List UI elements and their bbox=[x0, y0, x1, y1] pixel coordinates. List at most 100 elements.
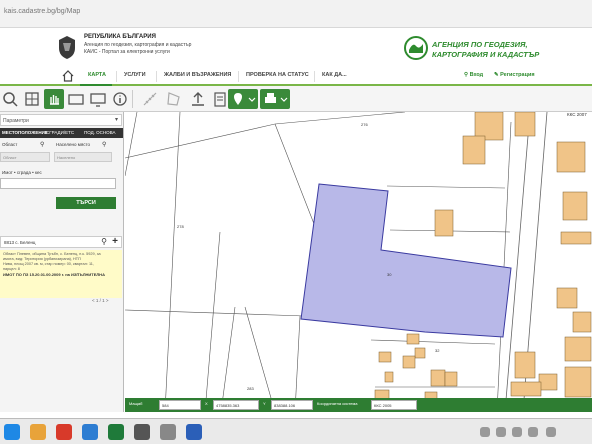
hand-icon bbox=[50, 95, 59, 105]
nav-item-status-check[interactable]: ПРОВЕРКА НА СТАТУС bbox=[246, 72, 309, 78]
measure-icon[interactable] bbox=[140, 89, 160, 109]
y-label: Y bbox=[263, 401, 266, 406]
coat-of-arms-icon bbox=[59, 36, 75, 59]
search-icon[interactable]: ⚲ bbox=[101, 237, 107, 246]
map-canvas[interactable]: ККС 2007 276 278 30 32 283 bbox=[125, 112, 592, 412]
parcel-label: 278 bbox=[177, 224, 184, 229]
start-icon[interactable] bbox=[4, 424, 20, 440]
home-icon[interactable] bbox=[62, 70, 74, 82]
id-label: Имот • сграда • кес bbox=[2, 170, 42, 175]
parcel-label: 30 bbox=[387, 272, 392, 277]
app-icon[interactable] bbox=[160, 424, 176, 440]
info-icon[interactable] bbox=[110, 89, 130, 109]
agency-name-1: АГЕНЦИЯ ПО ГЕОДЕЗИЯ, bbox=[432, 40, 528, 49]
login-link[interactable]: ⚲ Вход bbox=[464, 72, 483, 78]
result-highlight[interactable]: ИМОТ ПО ПЗ 15.20.01.00.2009 г. на ИЗПЪЛН… bbox=[3, 272, 119, 277]
parcel-label: 283 bbox=[247, 386, 254, 391]
tab-buildings[interactable]: СГРАДИ/ЕТС bbox=[46, 130, 74, 135]
id-input[interactable] bbox=[0, 178, 116, 189]
gov-subtitle-2: КАИС - Портал за електронни услуги bbox=[84, 49, 170, 55]
chevron-down-icon: ▾ bbox=[114, 117, 118, 123]
scale-label: Мащаб bbox=[129, 401, 143, 406]
cadastral-map[interactable] bbox=[125, 112, 592, 412]
x-field[interactable]: 4758835.363 bbox=[213, 400, 259, 410]
main-nav: КАРТА УСЛУГИ ЖАЛБИ И ВЪЗРАЖЕНИЯ ПРОВЕРКА… bbox=[0, 67, 592, 86]
app-icon[interactable] bbox=[134, 424, 150, 440]
nav-item-complaints[interactable]: ЖАЛБИ И ВЪЗРАЖЕНИЯ bbox=[164, 72, 231, 78]
nav-item-services[interactable]: УСЛУГИ bbox=[124, 72, 146, 78]
screen: kais.cadastre.bg/bg/Map РЕПУБЛИКА БЪЛГАР… bbox=[0, 0, 592, 444]
y-value: 838388.106 bbox=[274, 403, 296, 408]
search-button[interactable]: ТЪРСИ bbox=[56, 197, 116, 209]
excel-icon[interactable] bbox=[108, 424, 124, 440]
tray-icon[interactable] bbox=[496, 427, 506, 437]
nav-divider bbox=[314, 71, 315, 82]
scale-value: 584 bbox=[162, 403, 169, 408]
pager[interactable]: < 1 / 1 > bbox=[92, 298, 109, 303]
parcel-label: 276 bbox=[361, 122, 368, 127]
area-pin-icon: ⚲ bbox=[40, 142, 45, 148]
nav-divider bbox=[156, 71, 157, 82]
register-label: Регистрация bbox=[500, 72, 535, 78]
coord-system-label: Координатна система bbox=[317, 401, 358, 406]
gov-title: РЕПУБЛИКА БЪЛГАРИЯ bbox=[84, 34, 156, 40]
nav-item-how-to[interactable]: КАК ДА... bbox=[322, 72, 347, 78]
gov-subtitle-1: Агенция по геодезия, картография и кадас… bbox=[84, 42, 192, 48]
agency-name-2: КАРТОГРАФИЯ И КАДАСТЪР bbox=[432, 50, 540, 59]
search-tabs: МЕСТОПОЛОЖЕНИЕ СГРАДИ/ЕТС ПОД. ОСНОВА bbox=[0, 128, 123, 138]
area-icon[interactable] bbox=[164, 89, 184, 109]
url-text[interactable]: kais.cadastre.bg/bg/Map bbox=[4, 8, 80, 15]
tray-icon[interactable] bbox=[528, 427, 538, 437]
result-header[interactable]: 8813 с. Беленц ⚲ + bbox=[0, 236, 122, 248]
result-info: Област Плевен, община Тръбн, с. Беленц, … bbox=[0, 250, 122, 298]
app-icon[interactable] bbox=[186, 424, 202, 440]
browser-url-bar[interactable]: kais.cadastre.bg/bg/Map bbox=[0, 0, 592, 28]
coordinate-bar: Мащаб 584 X 4758835.363 Y 838388.106 Коо… bbox=[125, 398, 592, 412]
zoom-extent-icon[interactable] bbox=[22, 89, 42, 109]
screen-icon[interactable] bbox=[88, 89, 108, 109]
clear-icon[interactable] bbox=[210, 89, 230, 109]
print-icon bbox=[265, 93, 288, 103]
nav-divider bbox=[116, 71, 117, 82]
login-label: Вход bbox=[469, 72, 484, 78]
area-combo-value: Област bbox=[3, 155, 17, 160]
opera-icon[interactable] bbox=[56, 424, 72, 440]
add-icon[interactable]: + bbox=[112, 236, 118, 247]
location-icon bbox=[234, 93, 256, 105]
area-label: Област bbox=[2, 142, 18, 147]
nav-item-map[interactable]: КАРТА bbox=[88, 72, 106, 78]
selected-parcel[interactable] bbox=[300, 183, 512, 338]
place-combo[interactable]: Населено bbox=[54, 152, 112, 162]
tray-icon[interactable] bbox=[546, 427, 556, 437]
os-taskbar bbox=[0, 418, 592, 444]
tab-location[interactable]: МЕСТОПОЛОЖЕНИЕ bbox=[2, 130, 48, 135]
print-dropdown[interactable] bbox=[260, 89, 290, 109]
map-toolbar bbox=[0, 86, 592, 112]
place-combo-value: Населено bbox=[57, 155, 76, 160]
nav-divider bbox=[238, 71, 239, 82]
toolbar-divider bbox=[132, 90, 133, 108]
tray-icon[interactable] bbox=[512, 427, 522, 437]
tray-icon[interactable] bbox=[480, 427, 490, 437]
register-link[interactable]: ✎ Регистрация bbox=[494, 72, 535, 78]
scale-field[interactable]: 584 bbox=[159, 400, 201, 410]
coord-system-select[interactable]: ККС 2005 bbox=[371, 400, 417, 410]
parcel-label: 32 bbox=[435, 348, 440, 353]
layers-icon[interactable] bbox=[66, 89, 86, 109]
agency-logo-icon bbox=[404, 36, 428, 60]
x-label: X bbox=[205, 401, 208, 406]
location-dropdown[interactable] bbox=[228, 89, 258, 109]
kks-label: ККС 2007 bbox=[567, 112, 587, 117]
y-field[interactable]: 838388.106 bbox=[271, 400, 313, 410]
filter-select[interactable]: Параметри ▾ bbox=[0, 114, 122, 126]
zoom-icon[interactable] bbox=[0, 89, 20, 109]
upload-icon[interactable] bbox=[188, 89, 208, 109]
coord-system-value: ККС 2005 bbox=[374, 403, 392, 408]
file-explorer-icon[interactable] bbox=[30, 424, 46, 440]
filter-select-value: Параметри bbox=[3, 118, 29, 124]
pan-button[interactable] bbox=[44, 89, 64, 109]
place-pin-icon: ⚲ bbox=[102, 142, 107, 148]
browser-icon[interactable] bbox=[82, 424, 98, 440]
area-combo[interactable]: Област bbox=[0, 152, 50, 162]
tab-base[interactable]: ПОД. ОСНОВА bbox=[84, 130, 116, 135]
